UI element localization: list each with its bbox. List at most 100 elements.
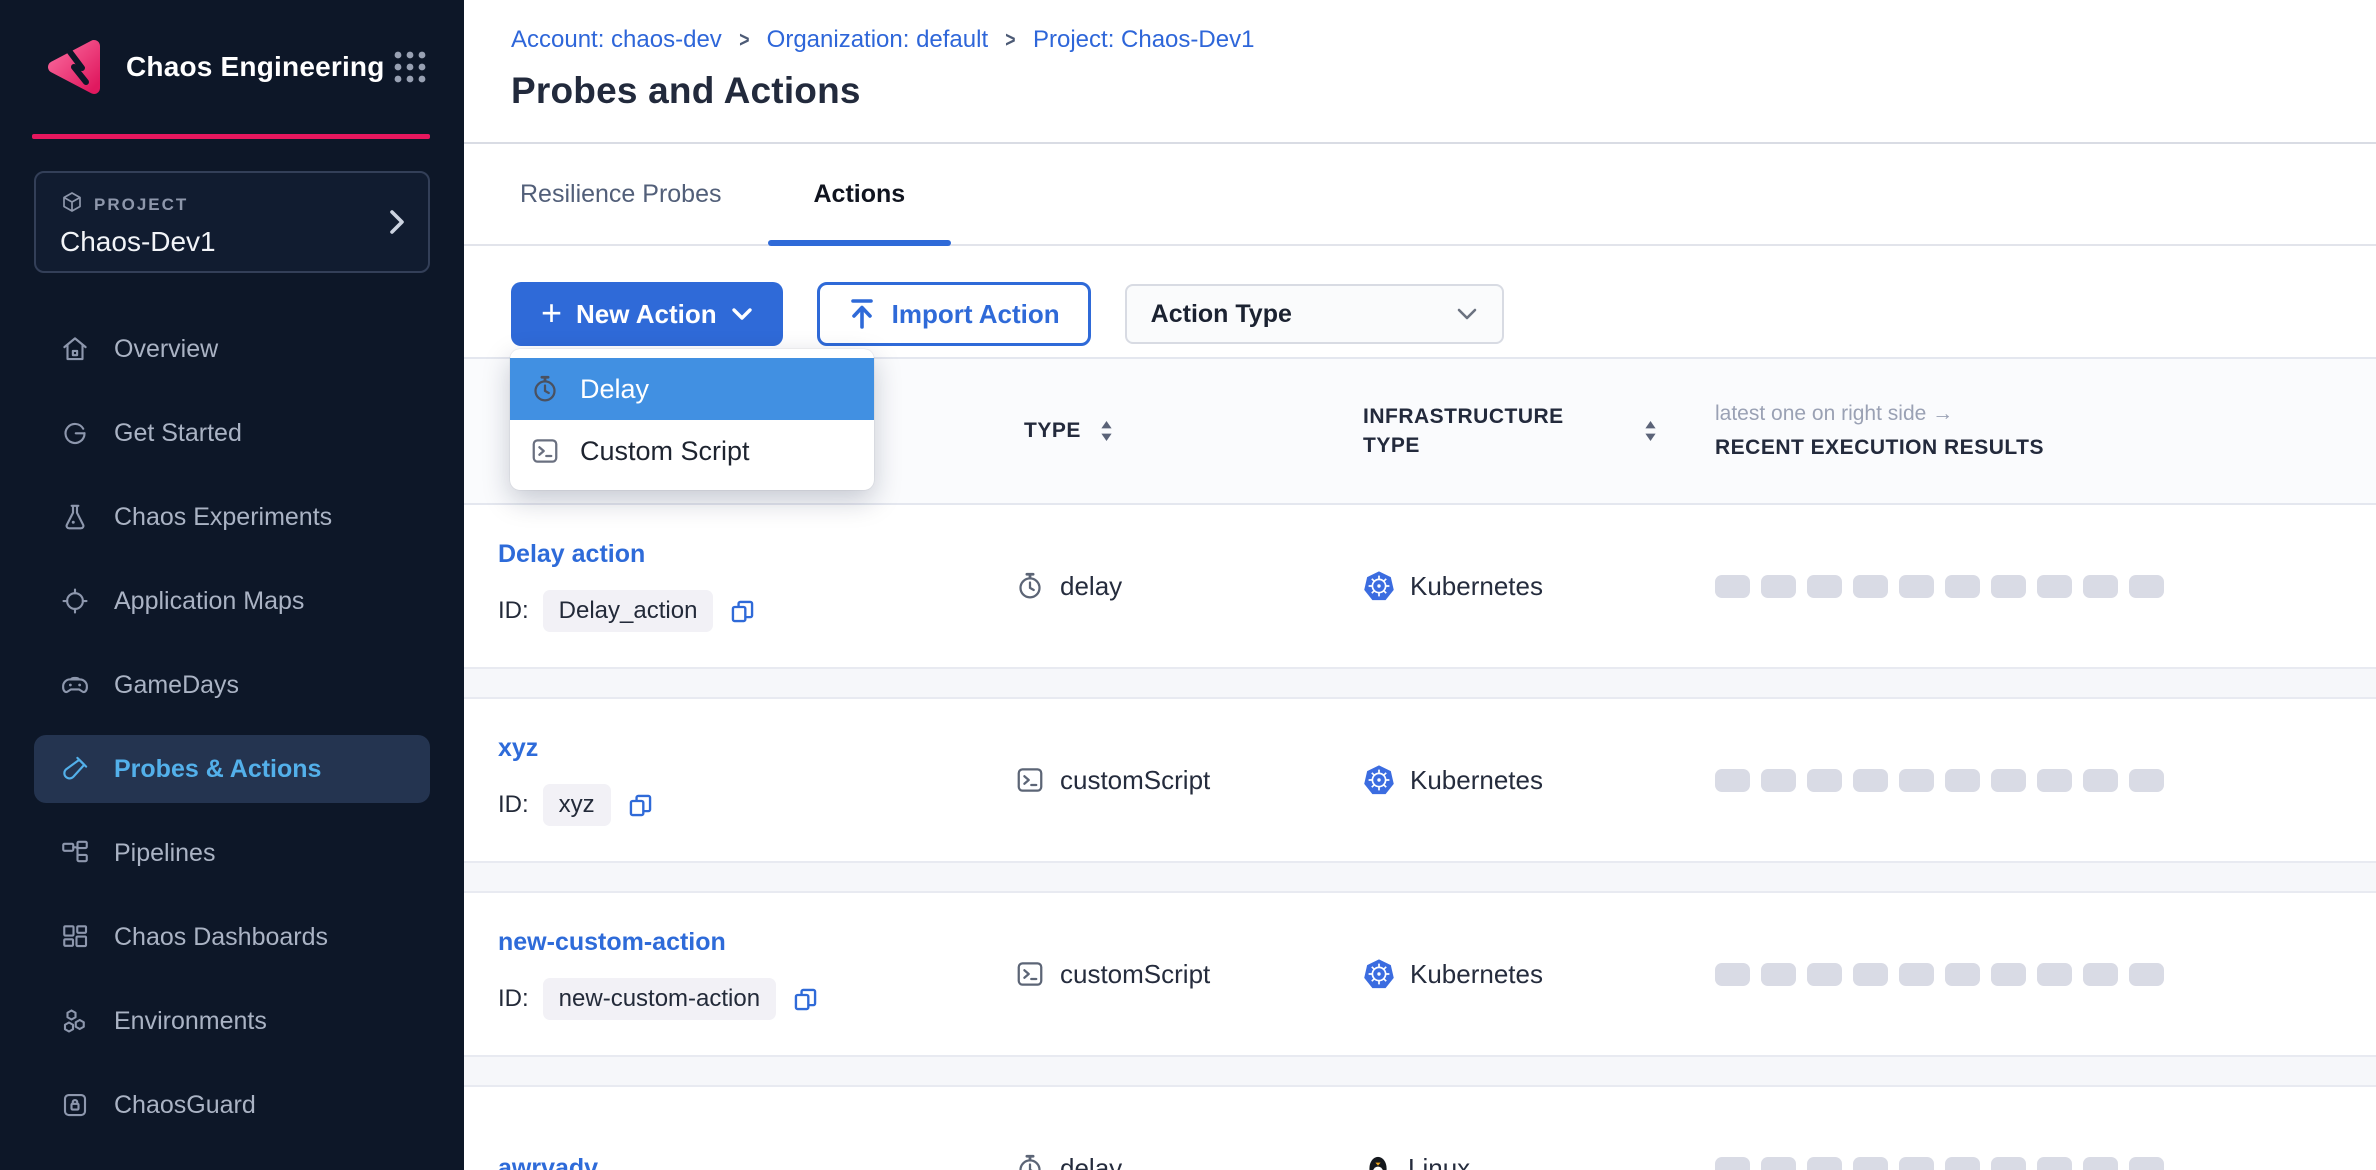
execution-placeholder-block [1761,575,1796,598]
dropdown-item-delay[interactable]: Delay [510,358,874,420]
breadcrumb-link[interactable]: Project: Chaos-Dev1 [1033,26,1254,54]
sort-icon[interactable] [1643,419,1658,443]
sidebar-item-environments[interactable]: Environments [34,987,430,1055]
execution-placeholder-block [1991,769,2026,792]
page-title: Probes and Actions [511,70,2376,112]
kubernetes-icon [1363,764,1395,796]
action-name-link[interactable]: awrvadv [498,1154,1015,1170]
breadcrumb-link[interactable]: Account: chaos-dev [511,26,722,54]
infrastructure-value: Kubernetes [1410,765,1543,796]
row-gap [464,861,2376,893]
copy-icon[interactable] [729,598,756,625]
execution-placeholder-block [1899,963,1934,986]
sidebar-item-label: Application Maps [114,587,304,616]
dashboard-icon [60,922,90,952]
execution-placeholder-block [1853,963,1888,986]
sidebar-item-label: Environments [114,1007,267,1036]
import-action-button[interactable]: Import Action [817,282,1091,346]
home-icon [60,334,90,364]
sidebar-item-application-maps[interactable]: Application Maps [34,567,430,635]
tab-resilience-probes[interactable]: Resilience Probes [474,144,768,244]
execution-placeholder-block [1853,1157,1888,1170]
project-label: PROJECT [94,195,188,215]
execution-placeholder-block [1853,769,1888,792]
action-name-link[interactable]: xyz [498,734,1015,763]
execution-placeholder-block [1899,575,1934,598]
action-id-chip: new-custom-action [543,978,776,1020]
table-row: xyzID:xyzcustomScriptKubernetes [464,699,2376,861]
execution-placeholder-block [2129,1157,2164,1170]
project-selector[interactable]: PROJECT Chaos-Dev1 [34,171,430,273]
table-row: awrvadvdelayLinux [464,1087,2376,1170]
action-type-cell: delay [1015,571,1363,602]
plus-icon: + [541,295,562,331]
execution-placeholder-block [2037,963,2072,986]
execution-placeholder-block [1807,575,1842,598]
infrastructure-value: Kubernetes [1410,571,1543,602]
toolbar: + New Action Import Action Action Type [464,246,2376,357]
sidebar-item-overview[interactable]: Overview [34,315,430,383]
sidebar-item-chaosguard[interactable]: ChaosGuard [34,1071,430,1139]
sidebar-item-probes-actions[interactable]: Probes & Actions [34,735,430,803]
get-started-icon [60,418,90,448]
execution-placeholder-block [1715,963,1750,986]
execution-placeholder-block [1991,575,2026,598]
action-type-placeholder: Action Type [1151,300,1292,329]
sidebar: Chaos Engineering PROJECT Chaos-Dev1 [0,0,464,1170]
action-id-chip: Delay_action [543,590,714,632]
sidebar-item-pipelines[interactable]: Pipelines [34,819,430,887]
execution-placeholder-block [1807,963,1842,986]
gamepad-icon [60,670,90,700]
terminal-icon [1015,765,1045,795]
sidebar-item-chaos-experiments[interactable]: Chaos Experiments [34,483,430,551]
dropdown-item-label: Delay [580,374,649,405]
copy-icon[interactable] [627,792,654,819]
tab-actions[interactable]: Actions [768,144,952,244]
dropdown-item-custom-script[interactable]: Custom Script [510,420,874,482]
column-type: TYPE [1015,419,1363,443]
breadcrumb-link[interactable]: Organization: default [767,26,988,54]
execution-placeholder-block [2083,769,2118,792]
execution-placeholder-block [1945,1157,1980,1170]
infrastructure-cell: Kubernetes [1363,764,1698,796]
action-name-cell: new-custom-action ID: new-custom-action [464,928,1015,1020]
execution-placeholder-block [2129,963,2164,986]
sort-icon[interactable] [1099,419,1114,443]
table-body: Delay action ID: Delay_action delay Kubernet… [464,505,2376,1170]
sidebar-item-label: ChaosGuard [114,1091,256,1120]
kubernetes-icon [1363,570,1395,602]
table-row: new-custom-action ID: new-custom-action cus… [464,893,2376,1055]
sidebar-item-label: GameDays [114,671,239,700]
execution-placeholder-block [2037,1157,2072,1170]
module-switcher-grid-icon[interactable] [392,49,428,85]
action-name-link[interactable]: Delay action [498,540,1015,569]
id-label: ID: [498,985,529,1013]
action-type-cell: customScript [1015,765,1363,796]
stopwatch-icon [530,374,560,404]
table-row: Delay action ID: Delay_action delay Kubernet… [464,505,2376,667]
new-action-button[interactable]: + New Action [511,282,783,346]
execution-placeholder-block [2037,769,2072,792]
execution-placeholder-block [2129,769,2164,792]
id-label: ID: [498,597,529,625]
sidebar-item-chaos-dashboards[interactable]: Chaos Dashboards [34,903,430,971]
app: Chaos Engineering PROJECT Chaos-Dev1 [0,0,2376,1170]
action-type-select[interactable]: Action Type [1125,284,1504,344]
chevron-right-icon [388,207,406,237]
action-type-value: customScript [1060,959,1210,990]
sidebar-item-gamedays[interactable]: GameDays [34,651,430,719]
brand-header: Chaos Engineering [0,0,464,130]
sidebar-nav: Overview Get Started Chaos Experiments Appl… [0,315,464,1139]
sidebar-item-get-started[interactable]: Get Started [34,399,430,467]
action-name-link[interactable]: new-custom-action [498,928,1015,957]
project-box-icon [60,190,84,219]
row-gap [464,1055,2376,1087]
execution-placeholder-block [1899,1157,1934,1170]
copy-icon[interactable] [792,986,819,1013]
project-name: Chaos-Dev1 [60,226,368,258]
flask-icon [60,502,90,532]
execution-placeholder-block [1945,769,1980,792]
main-content: Account: chaos-dev>Organization: default… [464,0,2376,1170]
execution-placeholder-block [2037,575,2072,598]
execution-placeholder-block [1761,1157,1796,1170]
